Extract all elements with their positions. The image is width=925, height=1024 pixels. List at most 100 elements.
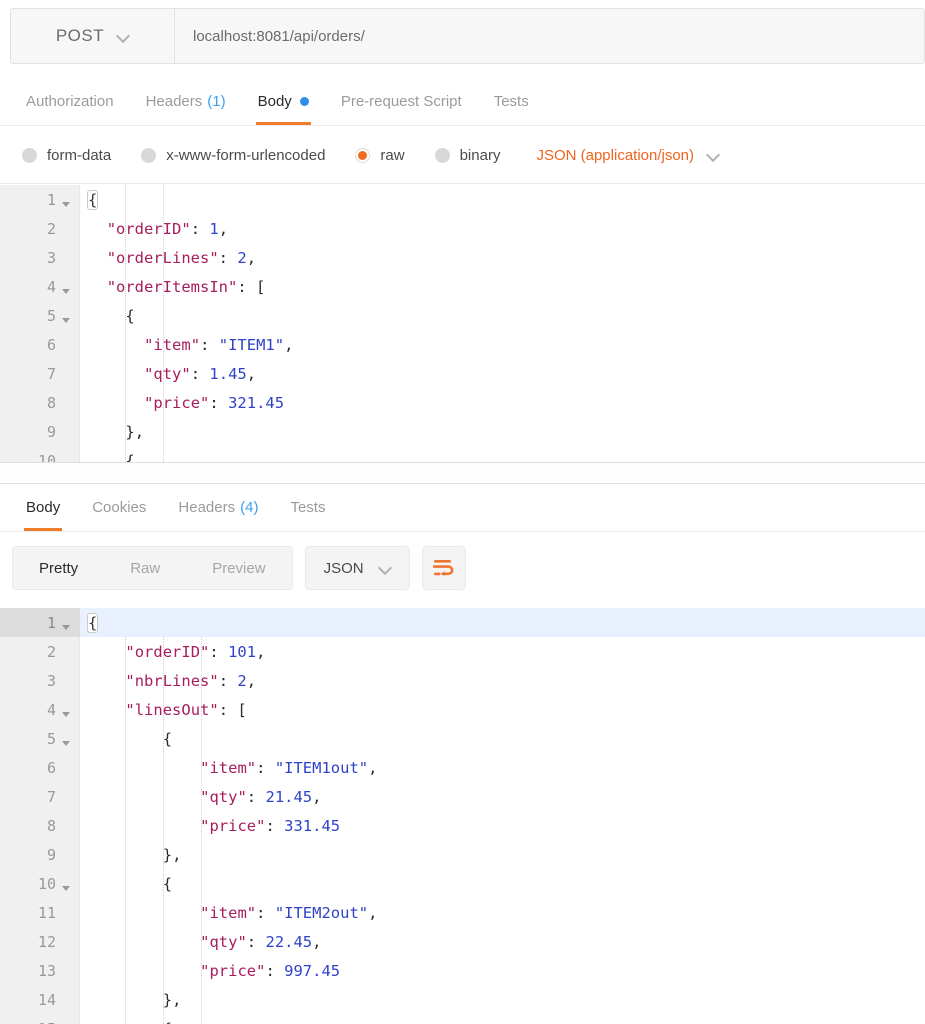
line-number: 9	[0, 840, 80, 869]
postman-window: POST Authorization Headers (1) Body Pre-…	[0, 0, 925, 1024]
response-toolbar: Pretty Raw Preview JSON	[0, 532, 925, 604]
code-line[interactable]: 9 },	[0, 840, 925, 869]
line-number: 2	[0, 214, 80, 243]
unsaved-dot-icon	[300, 97, 309, 106]
response-tab-cookies[interactable]: Cookies	[76, 484, 162, 531]
code-line[interactable]: 3 "orderLines": 2,	[0, 243, 925, 272]
tab-label: Tests	[290, 499, 325, 516]
line-number: 4	[0, 272, 80, 301]
code-line[interactable]: 4 "orderItemsIn": [	[0, 272, 925, 301]
tab-count: (4)	[240, 499, 258, 516]
code-line[interactable]: 13 "price": 997.45	[0, 956, 925, 985]
line-number: 4	[0, 695, 80, 724]
code-line[interactable]: 7 "qty": 21.45,	[0, 782, 925, 811]
code-line[interactable]: 3 "nbrLines": 2,	[0, 666, 925, 695]
radio-urlencoded[interactable]: x-www-form-urlencoded	[141, 147, 325, 164]
radio-label: raw	[380, 147, 404, 164]
radio-raw[interactable]: raw	[355, 147, 404, 164]
radio-selected-icon	[355, 148, 370, 163]
line-number: 3	[0, 666, 80, 695]
line-number: 8	[0, 811, 80, 840]
response-format-dropdown[interactable]: JSON	[305, 546, 410, 590]
chevron-down-icon	[118, 31, 129, 42]
code-line[interactable]: 4 "linesOut": [	[0, 695, 925, 724]
view-mode-pretty[interactable]: Pretty	[13, 547, 104, 589]
wrap-text-button[interactable]	[422, 546, 466, 590]
radio-binary[interactable]: binary	[435, 147, 501, 164]
tab-body[interactable]: Body	[242, 78, 325, 125]
tab-label: Authorization	[26, 93, 114, 110]
content-type-dropdown[interactable]: JSON (application/json)	[536, 147, 719, 164]
code-line-text: "orderID": 101,	[88, 637, 265, 666]
tab-label: Tests	[494, 93, 529, 110]
panel-splitter[interactable]	[0, 462, 925, 463]
code-line[interactable]: 9 },	[0, 417, 925, 446]
view-mode-label: Raw	[130, 560, 160, 577]
code-line[interactable]: 2 "orderID": 101,	[0, 637, 925, 666]
code-line[interactable]: 2 "orderID": 1,	[0, 214, 925, 243]
response-view-mode-group: Pretty Raw Preview	[12, 546, 293, 590]
line-number: 1	[0, 608, 80, 637]
line-number: 2	[0, 637, 80, 666]
request-body-editor[interactable]: 1{2 "orderID": 1,3 "orderLines": 2,4 "or…	[0, 185, 925, 462]
code-line-text: {	[88, 301, 135, 330]
http-method-dropdown[interactable]: POST	[11, 9, 175, 63]
view-mode-preview[interactable]: Preview	[186, 547, 291, 589]
line-number: 12	[0, 927, 80, 956]
line-number: 5	[0, 724, 80, 753]
radio-form-data[interactable]: form-data	[22, 147, 111, 164]
code-line[interactable]: 7 "qty": 1.45,	[0, 359, 925, 388]
code-line[interactable]: 1{	[0, 608, 925, 637]
code-line[interactable]: 6 "item": "ITEM1out",	[0, 753, 925, 782]
view-mode-raw[interactable]: Raw	[104, 547, 186, 589]
line-number: 5	[0, 301, 80, 330]
content-type-label: JSON (application/json)	[536, 147, 694, 164]
code-line[interactable]: 14 },	[0, 985, 925, 1014]
code-line-text: "orderItemsIn": [	[88, 272, 265, 301]
code-line-text: "orderLines": 2,	[88, 243, 256, 272]
code-line[interactable]: 5 {	[0, 301, 925, 330]
code-line-text: {	[88, 1014, 172, 1024]
line-number: 6	[0, 753, 80, 782]
tab-authorization[interactable]: Authorization	[10, 78, 130, 125]
code-line[interactable]: 10 {	[0, 869, 925, 898]
code-line[interactable]: 8 "price": 331.45	[0, 811, 925, 840]
line-number: 3	[0, 243, 80, 272]
tab-label: Cookies	[92, 499, 146, 516]
code-line-text: {	[88, 724, 172, 753]
line-number: 15	[0, 1014, 80, 1024]
code-line[interactable]: 8 "price": 321.45	[0, 388, 925, 417]
code-line[interactable]: 5 {	[0, 724, 925, 753]
response-tab-headers[interactable]: Headers (4)	[162, 484, 274, 531]
code-line[interactable]: 15 {	[0, 1014, 925, 1024]
line-number: 10	[0, 446, 80, 462]
chevron-down-icon	[708, 150, 719, 161]
code-line-text: "nbrLines": 2,	[88, 666, 256, 695]
code-line-text: "price": 997.45	[88, 956, 340, 985]
line-number: 13	[0, 956, 80, 985]
response-tab-body[interactable]: Body	[10, 484, 76, 531]
code-line-text: "qty": 22.45,	[88, 927, 322, 956]
response-body-editor[interactable]: 1{2 "orderID": 101,3 "nbrLines": 2,4 "li…	[0, 608, 925, 1024]
radio-label: binary	[460, 147, 501, 164]
wrap-text-icon	[433, 559, 455, 577]
tab-pre-request-script[interactable]: Pre-request Script	[325, 78, 478, 125]
request-code-rows: 1{2 "orderID": 1,3 "orderLines": 2,4 "or…	[0, 185, 925, 462]
code-line-text: {	[88, 869, 172, 898]
tab-headers[interactable]: Headers (1)	[130, 78, 242, 125]
tab-label: Headers	[178, 499, 235, 516]
code-line-text: "item": "ITEM1out",	[88, 753, 377, 782]
line-number: 7	[0, 359, 80, 388]
code-line[interactable]: 10 {	[0, 446, 925, 462]
code-line[interactable]: 12 "qty": 22.45,	[0, 927, 925, 956]
tab-tests[interactable]: Tests	[478, 78, 545, 125]
response-tab-tests[interactable]: Tests	[274, 484, 341, 531]
code-line-text: {	[88, 608, 97, 637]
code-line-text: "linesOut": [	[88, 695, 247, 724]
code-line[interactable]: 1{	[0, 185, 925, 214]
radio-label: x-www-form-urlencoded	[166, 147, 325, 164]
request-url-input[interactable]	[175, 9, 924, 63]
line-number: 9	[0, 417, 80, 446]
code-line[interactable]: 6 "item": "ITEM1",	[0, 330, 925, 359]
code-line[interactable]: 11 "item": "ITEM2out",	[0, 898, 925, 927]
